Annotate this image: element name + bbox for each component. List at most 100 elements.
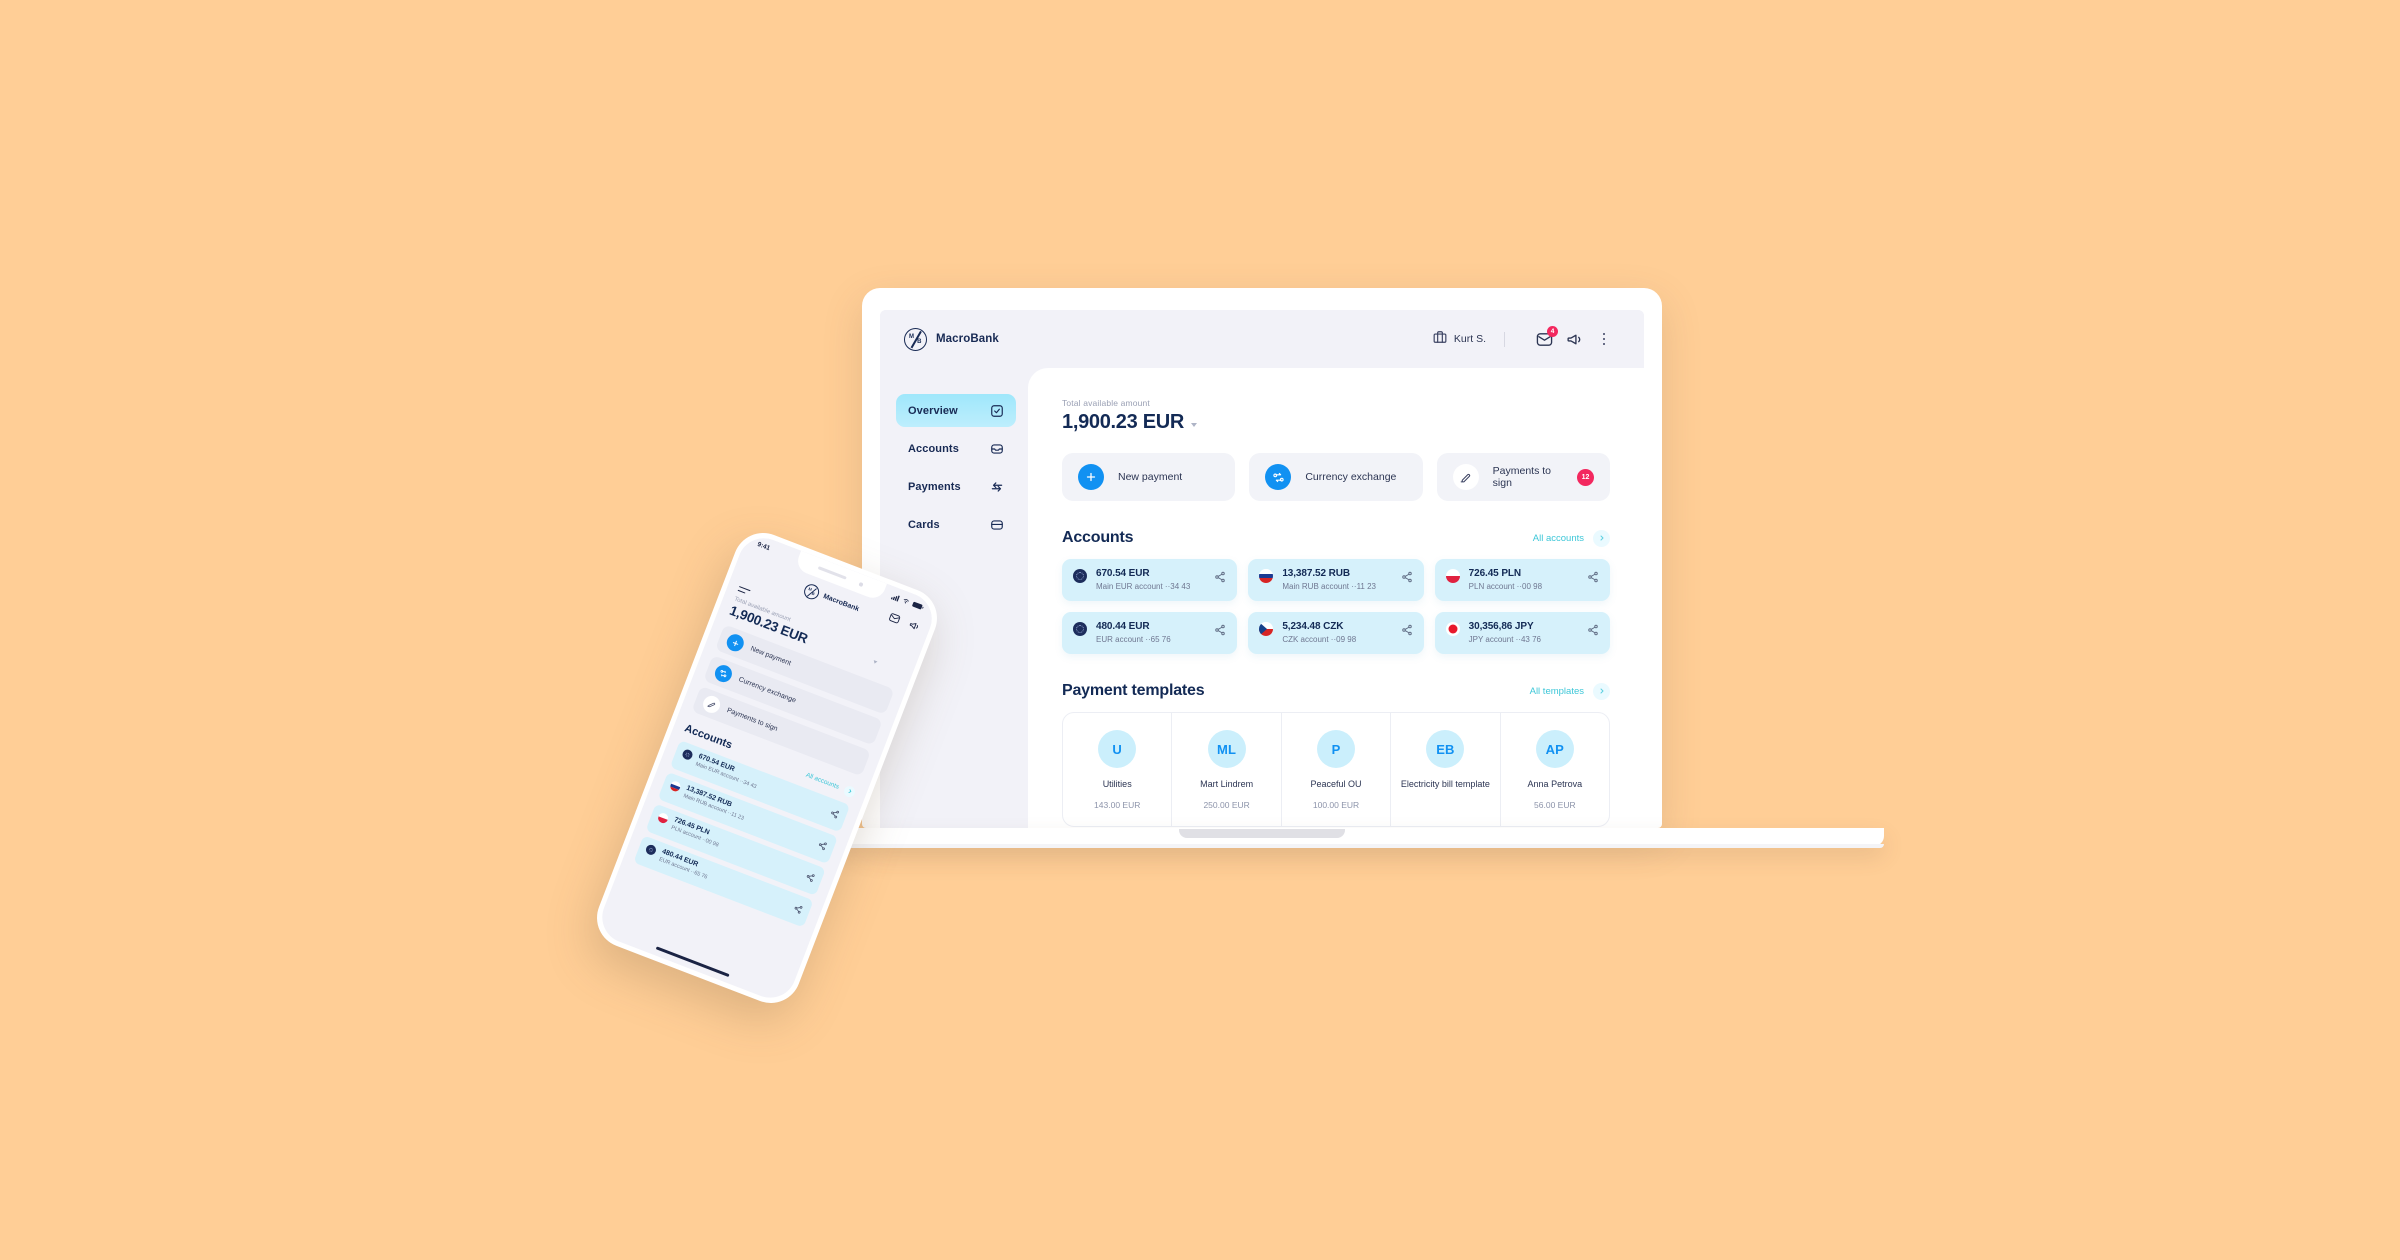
template-item[interactable]: P Peaceful OU 100.00 EUR: [1282, 713, 1392, 827]
brand-name: MacroBank: [936, 333, 999, 345]
laptop-trackpad-notch: [1179, 829, 1345, 838]
flag-jpy-icon: [1445, 622, 1460, 636]
phone-menu-button[interactable]: [737, 586, 751, 595]
phone-all-accounts-label: All accounts: [804, 771, 841, 791]
share-icon[interactable]: [1587, 570, 1599, 588]
account-subtitle: JPY account ··43 76: [1468, 635, 1541, 644]
more-vertical-icon: [1602, 332, 1606, 346]
sidebar-item-label: Accounts: [908, 442, 959, 455]
sidebar-item-label: Payments: [908, 480, 961, 493]
account-subtitle: EUR account ··65 76: [1096, 635, 1171, 644]
exchange-icon: [712, 662, 735, 685]
chevron-down-icon[interactable]: [1513, 330, 1524, 348]
chevron-right-icon: [1593, 682, 1610, 700]
quick-actions: New payment Currency exchange Payments t…: [1062, 453, 1610, 501]
account-card[interactable]: 726.45 PLN PLN account ··00 98: [1434, 559, 1610, 601]
template-avatar: P: [1317, 730, 1356, 768]
more-menu-button[interactable]: [1594, 329, 1614, 349]
flag-pln-icon: [656, 811, 670, 825]
share-icon[interactable]: [1214, 570, 1226, 588]
sidebar-item-label: Cards: [908, 518, 940, 531]
account-card[interactable]: 13,387.52 RUB Main RUB account ··11 23: [1248, 559, 1424, 601]
app-body: Overview Accounts Payments Cards Total a…: [880, 368, 1644, 828]
phone-accounts-list: 670.54 EUR Main EUR account ··34 43 13,3…: [633, 740, 851, 928]
share-icon[interactable]: [790, 900, 805, 920]
check-square-icon: [989, 403, 1004, 418]
edit-icon: [700, 693, 723, 716]
plus-icon: [724, 632, 747, 655]
template-item[interactable]: AP Anna Petrova 56.00 EUR: [1501, 713, 1609, 826]
sidebar-item-payments[interactable]: Payments: [896, 470, 1016, 503]
balance-amount-row: 1,900.23 EUR: [1062, 411, 1610, 434]
all-accounts-label: All accounts: [1532, 532, 1584, 544]
account-subtitle: Main EUR account ··34 43: [1096, 582, 1191, 591]
flag-eur-icon: [1073, 569, 1087, 583]
share-icon[interactable]: [1214, 623, 1226, 641]
template-avatar: ML: [1207, 730, 1246, 768]
sidebar-item-overview[interactable]: Overview: [896, 394, 1016, 427]
wifi-icon: [903, 599, 909, 604]
share-icon[interactable]: [1401, 623, 1413, 641]
all-templates-link[interactable]: All templates: [1530, 682, 1610, 700]
account-amount: 13,387.52 RUB: [1282, 568, 1350, 579]
chevron-right-icon: [842, 784, 857, 799]
template-item[interactable]: EB Electricity bill template: [1391, 713, 1501, 827]
chevron-down-icon[interactable]: [1191, 423, 1198, 427]
all-accounts-link[interactable]: All accounts: [1532, 529, 1610, 547]
laptop-mockup: M B MacroBank Kurt S. 4 Overview Account…: [640, 288, 1884, 848]
share-icon[interactable]: [827, 804, 842, 824]
user-menu[interactable]: Kurt S.: [1433, 330, 1496, 349]
flag-czk-icon: [1259, 622, 1274, 636]
phone-camera: [858, 581, 864, 587]
accounts-grid: 670.54 EUR Main EUR account ··34 43 13,3…: [1062, 559, 1610, 654]
logo-letter-m: M: [909, 333, 914, 340]
share-icon[interactable]: [815, 836, 830, 856]
template-name: Peaceful OU: [1310, 779, 1362, 789]
battery-icon: [912, 601, 924, 610]
action-label: New payment: [1118, 471, 1183, 483]
phone-speaker: [817, 566, 847, 580]
template-item[interactable]: ML Mart Lindrem 250.00 EUR: [1172, 713, 1282, 827]
signal-icon: [890, 595, 900, 602]
payments-to-sign-button[interactable]: Payments to sign 12: [1436, 453, 1610, 501]
template-name: Utilities: [1102, 779, 1132, 789]
phone-brand-name: MacroBank: [822, 592, 861, 613]
desktop-app: M B MacroBank Kurt S. 4 Overview Account…: [880, 310, 1644, 828]
chevron-right-icon: [1593, 529, 1610, 547]
accounts-section-header: Accounts All accounts: [1062, 529, 1610, 547]
template-avatar: EB: [1426, 730, 1465, 768]
sidebar-item-accounts[interactable]: Accounts: [896, 432, 1016, 465]
action-label: Payments to sign: [1492, 465, 1552, 489]
sidebar-item-cards[interactable]: Cards: [896, 508, 1016, 541]
account-card[interactable]: 670.54 EUR Main EUR account ··34 43: [1062, 559, 1238, 601]
account-card[interactable]: 30,356,86 JPY JPY account ··43 76: [1434, 612, 1610, 654]
mail-badge: 4: [1547, 326, 1558, 337]
share-icon[interactable]: [803, 868, 818, 888]
topbar-divider: [1504, 331, 1505, 347]
megaphone-button[interactable]: [1564, 329, 1584, 349]
flag-pln-icon: [1445, 569, 1460, 583]
account-amount: 670.54 EUR: [1096, 568, 1150, 579]
flag-eur-icon: [680, 748, 694, 762]
new-payment-button[interactable]: New payment: [1062, 453, 1236, 501]
phone-action-label: Currency exchange: [737, 676, 797, 705]
edit-icon: [1452, 464, 1479, 490]
account-card[interactable]: 5,234.48 CZK CZK account ··09 98: [1248, 612, 1424, 654]
share-icon[interactable]: [1587, 623, 1599, 641]
phone-action-label: New payment: [749, 645, 792, 668]
brand: M B MacroBank: [904, 327, 999, 351]
currency-exchange-button[interactable]: Currency exchange: [1249, 453, 1423, 501]
balance-label: Total available amount: [1062, 398, 1150, 408]
app-topbar: M B MacroBank Kurt S. 4: [880, 310, 1644, 368]
megaphone-icon[interactable]: [905, 617, 922, 638]
macrobank-logo-icon: M B: [904, 327, 927, 351]
mail-button[interactable]: 4: [1534, 326, 1558, 349]
template-item[interactable]: U Utilities 143.00 EUR: [1063, 713, 1173, 827]
account-card[interactable]: 480.44 EUR EUR account ··65 76: [1062, 612, 1238, 654]
share-icon[interactable]: [1401, 570, 1413, 588]
mail-icon[interactable]: [886, 609, 903, 630]
logo-letter-b: B: [917, 338, 922, 345]
template-amount: 143.00 EUR: [1094, 800, 1141, 811]
templates-card: U Utilities 143.00 EUR ML Mart Lindrem 2…: [1062, 712, 1610, 828]
flag-rub-icon: [1259, 569, 1274, 583]
